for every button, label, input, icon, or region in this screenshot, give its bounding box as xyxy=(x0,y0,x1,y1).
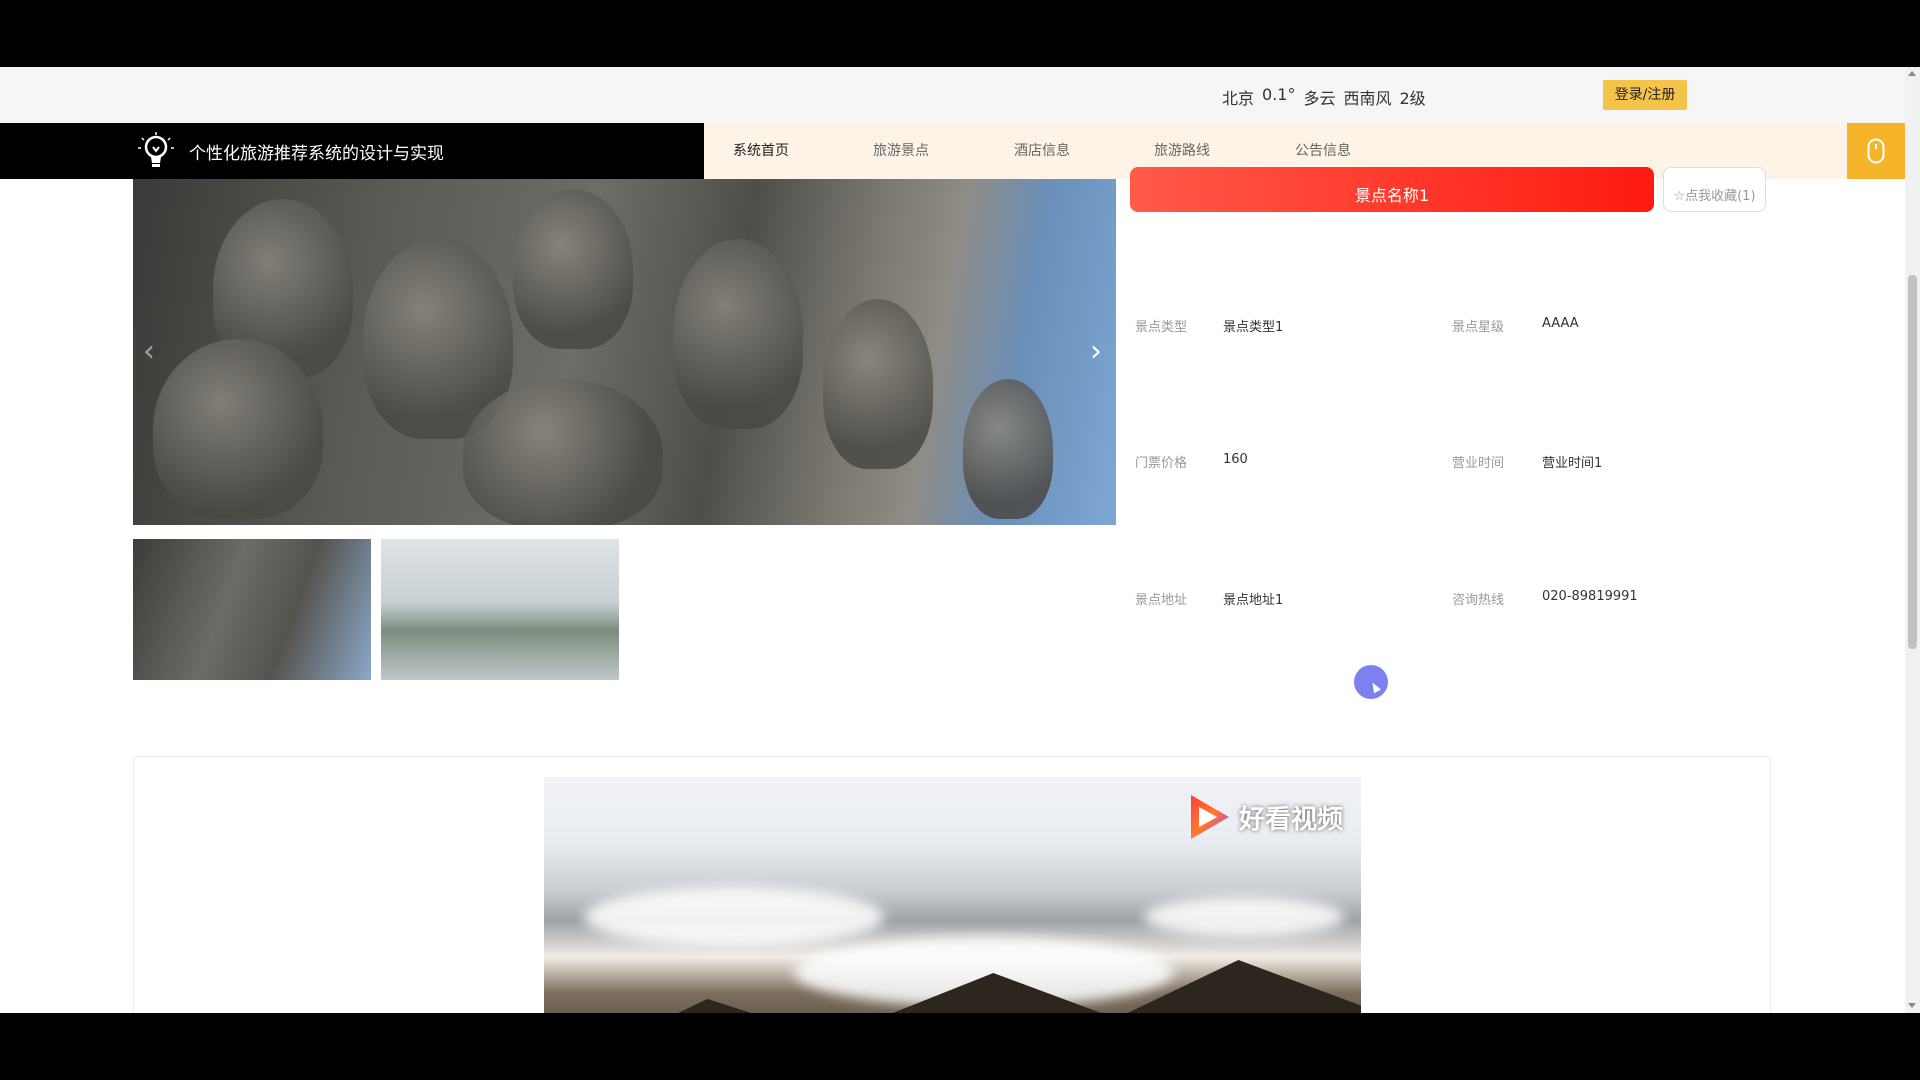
field-value-hotline: 020-89819991 xyxy=(1542,589,1638,604)
mouse-scroll-button[interactable] xyxy=(1847,123,1905,179)
carousel-next-icon[interactable]: › xyxy=(1090,334,1102,369)
nav-item-home[interactable]: 系统首页 xyxy=(733,123,789,179)
field-value-price: 160 xyxy=(1223,452,1248,467)
field-value-type: 景点类型1 xyxy=(1223,320,1284,335)
field-value-address: 景点地址1 xyxy=(1223,593,1284,608)
video-section: 好看视频 xyxy=(133,756,1771,1013)
thumbnail-image[interactable] xyxy=(381,539,619,680)
site-title: 个性化旅游推荐系统的设计与实现 xyxy=(189,143,444,164)
weather-widget: 北京 0.1° 多云 西南风 2级 xyxy=(1222,85,1426,109)
field-label-type: 景点类型 xyxy=(1135,320,1188,335)
thumbnail-image[interactable] xyxy=(133,539,371,680)
scroll-up-icon[interactable] xyxy=(1908,71,1916,76)
field-label-price: 门票价格 xyxy=(1135,456,1188,471)
brand-bar: 个性化旅游推荐系统的设计与实现 xyxy=(0,123,704,179)
scroll-thumb[interactable] xyxy=(1908,275,1917,649)
login-register-button[interactable]: 登录/注册 xyxy=(1603,80,1687,110)
video-logo: 好看视频 xyxy=(1187,791,1343,843)
nav-item-hotels[interactable]: 酒店信息 xyxy=(1014,123,1070,179)
video-player[interactable]: 好看视频 xyxy=(544,777,1361,1013)
field-label-address: 景点地址 xyxy=(1135,593,1188,608)
attraction-main-image: ‹ › xyxy=(133,179,1116,525)
top-info-bar: 北京 0.1° 多云 西南风 2级 登录/注册 xyxy=(0,67,1905,123)
play-logo-icon xyxy=(1190,795,1229,839)
weather-wind: 西南风 xyxy=(1343,89,1392,108)
letterbox-top xyxy=(0,0,1920,67)
weather-condition: 多云 xyxy=(1303,89,1336,108)
weather-city: 北京 xyxy=(1222,89,1255,108)
attraction-name-bar: 景点名称1 xyxy=(1130,167,1654,212)
browser-viewport: 北京 0.1° 多云 西南风 2级 登录/注册 个性化旅游推荐系统的设计与实现 … xyxy=(0,67,1920,1013)
field-value-rating: AAAA xyxy=(1542,316,1579,331)
field-value-hours: 营业时间1 xyxy=(1542,456,1603,471)
field-label-rating: 景点星级 xyxy=(1452,320,1505,335)
field-label-hotline: 咨询热线 xyxy=(1452,593,1505,608)
weather-temp: 0.1° xyxy=(1262,85,1296,104)
weather-level: 2级 xyxy=(1399,89,1426,108)
letterbox-bottom xyxy=(0,1013,1920,1080)
scroll-down-icon[interactable] xyxy=(1908,1003,1916,1008)
collect-button[interactable]: ☆点我收藏(1) xyxy=(1663,167,1766,212)
carousel-prev-icon[interactable]: ‹ xyxy=(143,334,155,369)
mouse-icon xyxy=(1867,138,1885,164)
nav-item-attractions[interactable]: 旅游景点 xyxy=(873,123,929,179)
field-label-hours: 营业时间 xyxy=(1452,456,1505,471)
lightbulb-icon xyxy=(138,132,174,167)
video-logo-text: 好看视频 xyxy=(1238,804,1343,835)
page-scrollbar[interactable] xyxy=(1905,67,1920,1013)
